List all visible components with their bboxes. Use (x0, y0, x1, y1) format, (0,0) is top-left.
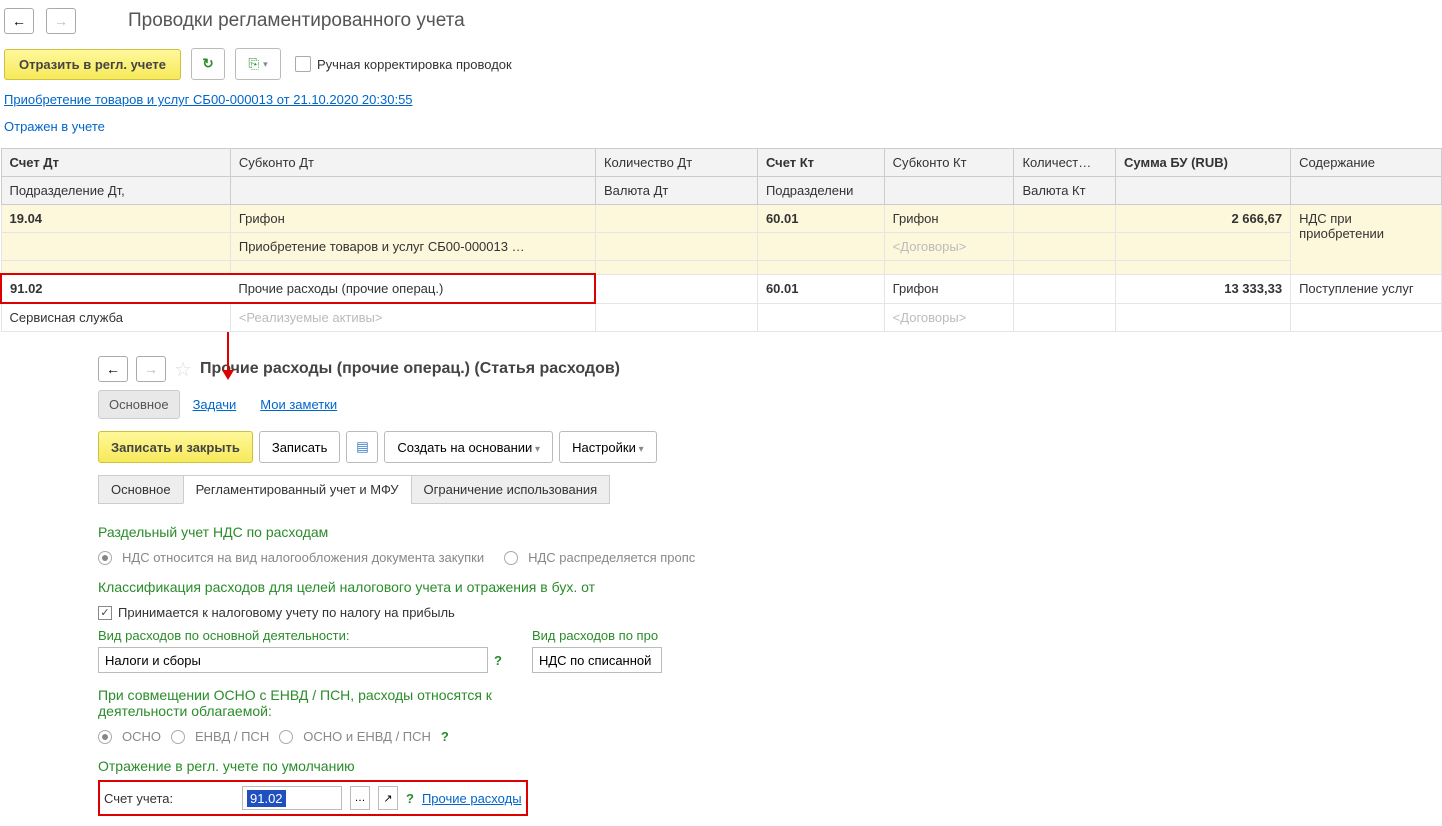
create-basis-button[interactable]: Создать на основании (384, 431, 553, 463)
help-icon-2[interactable]: ? (441, 729, 449, 744)
account-ellipsis-button[interactable]: … (350, 786, 370, 810)
cell-descr-2[interactable]: Поступление услуг (1291, 274, 1442, 303)
status-label: Отражен в учете (0, 113, 1442, 140)
cell-descr[interactable]: НДС при приобретении (1291, 205, 1442, 275)
manual-label: Ручная корректировка проводок (317, 57, 512, 72)
settings-button[interactable]: Настройки (559, 431, 657, 463)
cell-dt-sub2[interactable]: Приобретение товаров и услуг СБ00-000013… (230, 233, 595, 261)
cell-dt-dept-2[interactable]: Сервисная служба (1, 303, 230, 332)
reflect-button[interactable]: Отразить в регл. учете (4, 49, 181, 80)
section-combine-title: При совмещении ОСНО с ЕНВД / ПСН, расход… (98, 687, 558, 719)
radio-envd[interactable] (171, 730, 185, 744)
help-icon-1[interactable]: ? (494, 653, 502, 668)
tab-notes[interactable]: Мои заметки (249, 390, 348, 419)
col-dt-account[interactable]: Счет Дт (1, 149, 230, 177)
copy-icon: ⎘ (248, 56, 259, 72)
cell-dt-sub-2[interactable]: Прочие расходы (прочие операц.) (230, 274, 595, 303)
col-kt-dept[interactable]: Подразделени (757, 177, 884, 205)
input-expense-main[interactable] (98, 647, 488, 673)
cell-sum-2[interactable]: 13 333,33 (1116, 274, 1291, 303)
detail-title: Прочие расходы (прочие операц.) (Статья … (200, 360, 620, 378)
subtab-regl[interactable]: Регламентированный учет и МФУ (183, 475, 412, 504)
document-link[interactable]: Приобретение товаров и услуг СБ00-000013… (0, 86, 1442, 113)
nav-back-button[interactable]: ← (4, 8, 34, 34)
section-vat-title: Раздельный учет НДС по расходам (98, 524, 1442, 540)
account-input[interactable]: 91.02 (242, 786, 342, 810)
account-label: Счет учета: (104, 791, 234, 806)
col-kt-account[interactable]: Счет Кт (757, 149, 884, 177)
save-button[interactable]: Записать (259, 431, 341, 463)
cell-dt-account[interactable]: 19.04 (1, 205, 230, 233)
account-highlight-box: Счет учета: 91.02 … ↗ ? Прочие расходы (98, 780, 528, 816)
cell-kt-sub[interactable]: Грифон (884, 205, 1014, 233)
favorite-icon[interactable]: ☆ (174, 357, 192, 382)
subtab-restrict[interactable]: Ограничение использования (411, 475, 611, 504)
cell-dt-sub2-2[interactable]: <Реализуемые активы> (230, 303, 595, 332)
col-kt-curr[interactable]: Валюта Кт (1014, 177, 1116, 205)
entries-table: Счет Дт Субконто Дт Количество Дт Счет К… (0, 148, 1442, 332)
refresh-button[interactable]: ↻ (191, 48, 225, 80)
detail-nav-back[interactable]: ← (98, 356, 128, 382)
col-dt-sub[interactable]: Субконто Дт (230, 149, 595, 177)
detail-panel: ← → ☆ Прочие расходы (прочие операц.) (С… (98, 352, 1442, 826)
radio-vat-doc[interactable] (98, 551, 112, 565)
account-open-button[interactable]: ↗ (378, 786, 398, 810)
section-tax-title: Классификация расходов для целей налогов… (98, 579, 1442, 595)
manual-checkbox[interactable] (295, 56, 311, 72)
refresh-icon: ↻ (202, 56, 213, 72)
input-expense-other[interactable] (532, 647, 662, 673)
cell-kt-account[interactable]: 60.01 (757, 205, 884, 233)
detail-nav-forward[interactable]: → (136, 356, 166, 382)
col-dt-curr[interactable]: Валюта Дт (595, 177, 757, 205)
cell-dt-sub[interactable]: Грифон (230, 205, 595, 233)
col-dt-dept[interactable]: Подразделение Дт, (1, 177, 230, 205)
radio-vat-prop[interactable] (504, 551, 518, 565)
cell-kt-sub2-2[interactable]: <Договоры> (884, 303, 1014, 332)
radio-osno[interactable] (98, 730, 112, 744)
cell-kt-account-2[interactable]: 60.01 (757, 274, 884, 303)
label-expense-other: Вид расходов по про (532, 628, 662, 643)
save-close-button[interactable]: Записать и закрыть (98, 431, 253, 463)
list-button[interactable]: ▤ (346, 431, 378, 463)
tab-main[interactable]: Основное (98, 390, 180, 419)
list-icon: ▤ (356, 439, 369, 455)
radio-both[interactable] (279, 730, 293, 744)
col-kt-qty[interactable]: Количест… (1014, 149, 1116, 177)
col-descr[interactable]: Содержание (1291, 149, 1442, 177)
help-icon-3[interactable]: ? (406, 791, 414, 806)
subtab-main[interactable]: Основное (98, 475, 184, 504)
page-title: Проводки регламентированного учета (128, 10, 465, 32)
col-dt-qty[interactable]: Количество Дт (595, 149, 757, 177)
label-expense-main: Вид расходов по основной деятельности: (98, 628, 502, 643)
cell-sum[interactable]: 2 666,67 (1116, 205, 1291, 233)
col-kt-sub[interactable]: Субконто Кт (884, 149, 1014, 177)
nav-forward-button[interactable]: → (46, 8, 76, 34)
check-tax-accept[interactable]: ✓ (98, 606, 112, 620)
account-link[interactable]: Прочие расходы (422, 791, 522, 806)
cell-dt-account-2[interactable]: 91.02 (1, 274, 230, 303)
col-sum[interactable]: Сумма БУ (RUB) (1116, 149, 1291, 177)
section-default-title: Отражение в регл. учете по умолчанию (98, 758, 1442, 774)
cell-kt-sub-2[interactable]: Грифон (884, 274, 1014, 303)
copy-dropdown-button[interactable]: ⎘ (235, 48, 281, 80)
cell-kt-sub2[interactable]: <Договоры> (884, 233, 1014, 261)
tab-tasks[interactable]: Задачи (182, 390, 248, 419)
